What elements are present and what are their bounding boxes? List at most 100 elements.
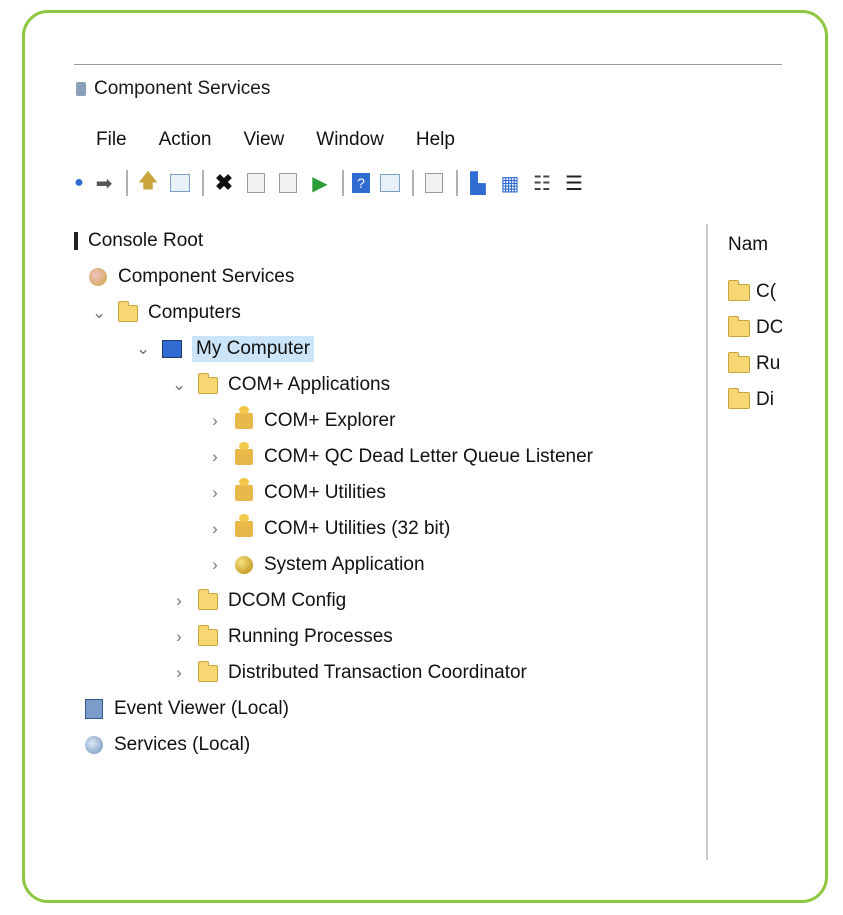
tree-item-com-utilities[interactable]: › COM+ Utilities (208, 478, 386, 508)
back-icon[interactable]: ● (74, 172, 84, 194)
new-window-icon[interactable] (422, 172, 446, 194)
chevron-right-icon[interactable]: › (172, 591, 186, 611)
menu-bar: File Action View Window Help (74, 124, 467, 156)
tree-item-running-processes[interactable]: › Running Processes (172, 622, 393, 652)
menu-window[interactable]: Window (316, 129, 384, 151)
tree-item-label: COM+ Utilities (32 bit) (264, 518, 451, 539)
tree-item-console-root[interactable]: Console Root (74, 226, 203, 256)
tree-item-label: COM+ QC Dead Letter Queue Listener (264, 446, 593, 467)
menu-action[interactable]: Action (159, 129, 212, 151)
list-item[interactable]: Di (728, 386, 774, 414)
help-icon[interactable]: ? (352, 173, 370, 193)
show-hide-tree-icon[interactable] (168, 172, 192, 194)
export-icon[interactable]: ▶ (308, 172, 332, 195)
menu-file[interactable]: File (96, 129, 127, 151)
folder-icon (198, 372, 218, 394)
chevron-right-icon[interactable]: › (208, 519, 222, 539)
list-item[interactable]: DC (728, 314, 782, 342)
tree-item-label: Distributed Transaction Coordinator (228, 662, 527, 683)
tree-item-system-application[interactable]: › System Application (208, 550, 425, 580)
toolbar-separator (412, 170, 414, 196)
chevron-right-icon[interactable]: › (172, 627, 186, 647)
list-item-label: Ru (756, 353, 781, 374)
tree-item-label: Console Root (88, 230, 204, 251)
detail-view-icon[interactable]: ☰ (562, 172, 586, 195)
folder-icon (198, 624, 218, 646)
window-title: Component Services (94, 78, 271, 99)
toolbar-separator (202, 170, 204, 196)
tree-item-com-qc-dead-letter[interactable]: › COM+ QC Dead Letter Queue Listener (208, 442, 593, 472)
small-icons-view-icon[interactable]: ▦ (498, 172, 522, 195)
tree-item-label: Computers (148, 302, 241, 323)
list-item[interactable]: C( (728, 278, 776, 306)
refresh-icon[interactable] (276, 172, 300, 194)
folder-icon (728, 279, 750, 301)
tree-item-label: Component Services (118, 266, 295, 287)
tree-item-label: Event Viewer (Local) (114, 698, 289, 719)
tree-item-label: My Computer (192, 336, 315, 362)
chevron-right-icon[interactable]: › (208, 555, 222, 575)
toolbar-separator (342, 170, 344, 196)
toolbar: ● ➡ 🡅 ✖ ▶ ? ▙ ▦ ☷ ☰ (74, 166, 782, 200)
com-app-icon (234, 442, 254, 466)
folder-icon (728, 315, 750, 337)
tree-item-my-computer[interactable]: ⌄ My Computer (136, 334, 315, 364)
tree-item-com-utilities-32[interactable]: › COM+ Utilities (32 bit) (208, 514, 450, 544)
tree-item-distributed-transaction-coordinator[interactable]: › Distributed Transaction Coordinator (172, 658, 527, 688)
tree-item-label: Running Processes (228, 626, 393, 647)
app-icon (76, 82, 86, 96)
menu-help[interactable]: Help (416, 129, 455, 151)
com-app-icon (234, 514, 254, 538)
chevron-right-icon[interactable]: › (208, 411, 222, 431)
title-bar: Component Services (74, 74, 270, 104)
chevron-down-icon[interactable]: ⌄ (136, 339, 150, 359)
toolbar-separator (126, 170, 128, 196)
tree-item-label: Services (Local) (114, 734, 251, 755)
folder-icon (728, 351, 750, 373)
console-tree: Console Root Component Services ⌄ Comput… (74, 224, 704, 860)
tree-item-component-services[interactable]: Component Services (88, 262, 294, 292)
tree-item-computers[interactable]: ⌄ Computers (92, 298, 241, 328)
tree-item-services-local[interactable]: Services (Local) (84, 730, 250, 760)
properties-icon[interactable] (244, 172, 268, 194)
computer-icon (162, 340, 182, 358)
chevron-right-icon[interactable]: › (208, 447, 222, 467)
large-icons-view-icon[interactable]: ▙ (466, 172, 490, 195)
folder-icon (74, 232, 78, 250)
chevron-down-icon[interactable]: ⌄ (92, 303, 106, 323)
delete-icon[interactable]: ✖ (212, 170, 236, 195)
component-services-icon (88, 268, 108, 286)
component-services-window: Component Services File Action View Wind… (74, 60, 782, 860)
chevron-down-icon[interactable]: ⌄ (172, 375, 186, 395)
com-app-icon (234, 406, 254, 430)
forward-icon[interactable]: ➡ (92, 172, 116, 195)
list-item-label: DC (756, 317, 782, 338)
show-hide-action-pane-icon[interactable] (378, 172, 402, 194)
tree-item-dcom-config[interactable]: › DCOM Config (172, 586, 346, 616)
menu-view[interactable]: View (243, 129, 284, 151)
pane-splitter[interactable] (706, 224, 708, 860)
window-top-border (74, 64, 782, 65)
list-item-label: C( (756, 281, 777, 302)
list-item[interactable]: Ru (728, 350, 780, 378)
tree-item-event-viewer[interactable]: Event Viewer (Local) (84, 694, 289, 724)
column-header-name[interactable]: Nam (728, 234, 768, 256)
up-level-icon[interactable]: 🡅 (136, 170, 160, 194)
folder-icon (198, 660, 218, 682)
list-item-label: Di (756, 389, 774, 410)
chevron-right-icon[interactable]: › (208, 483, 222, 503)
services-icon (84, 736, 104, 754)
tree-item-label: COM+ Explorer (264, 410, 396, 431)
com-app-icon (234, 478, 254, 502)
toolbar-separator (456, 170, 458, 196)
chevron-right-icon[interactable]: › (172, 663, 186, 683)
event-viewer-icon (84, 699, 104, 719)
tree-item-com-explorer[interactable]: › COM+ Explorer (208, 406, 395, 436)
tree-item-label: DCOM Config (228, 590, 347, 611)
folder-icon (198, 588, 218, 610)
folder-icon (728, 387, 750, 409)
tree-item-label: System Application (264, 554, 425, 575)
list-view-icon[interactable]: ☷ (530, 172, 554, 195)
tree-item-label: COM+ Applications (228, 374, 391, 395)
tree-item-com-applications[interactable]: ⌄ COM+ Applications (172, 370, 390, 400)
